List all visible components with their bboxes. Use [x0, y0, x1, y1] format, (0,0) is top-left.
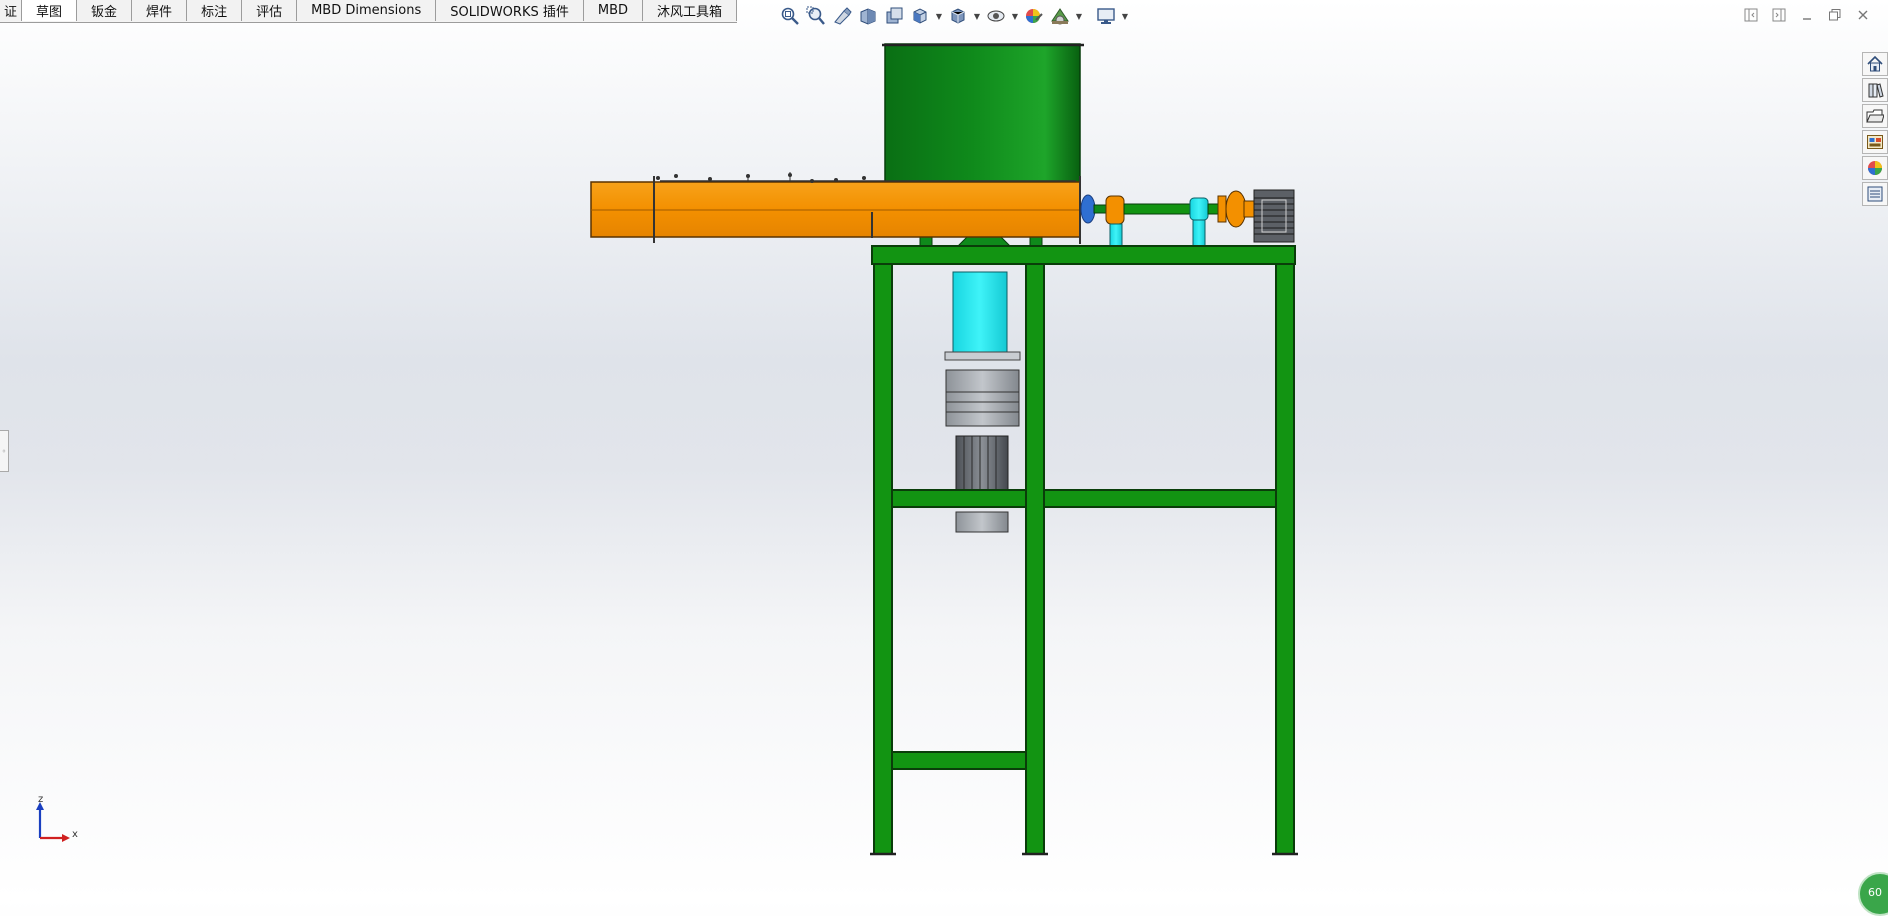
drive-motor[interactable]: [1253, 189, 1295, 243]
triad-z-label: z: [38, 794, 44, 805]
status-badge-text: 60: [1868, 886, 1882, 899]
triad-x-label: x: [72, 829, 78, 840]
status-badge[interactable]: 60: [1858, 872, 1888, 916]
graphics-area-model[interactable]: [0, 0, 1888, 900]
reference-triad: z x: [30, 794, 90, 846]
screw-conveyor-tube[interactable]: [590, 176, 1081, 244]
drive-shaft-assembly[interactable]: [1080, 190, 1255, 247]
support-frame[interactable]: [871, 245, 1296, 855]
